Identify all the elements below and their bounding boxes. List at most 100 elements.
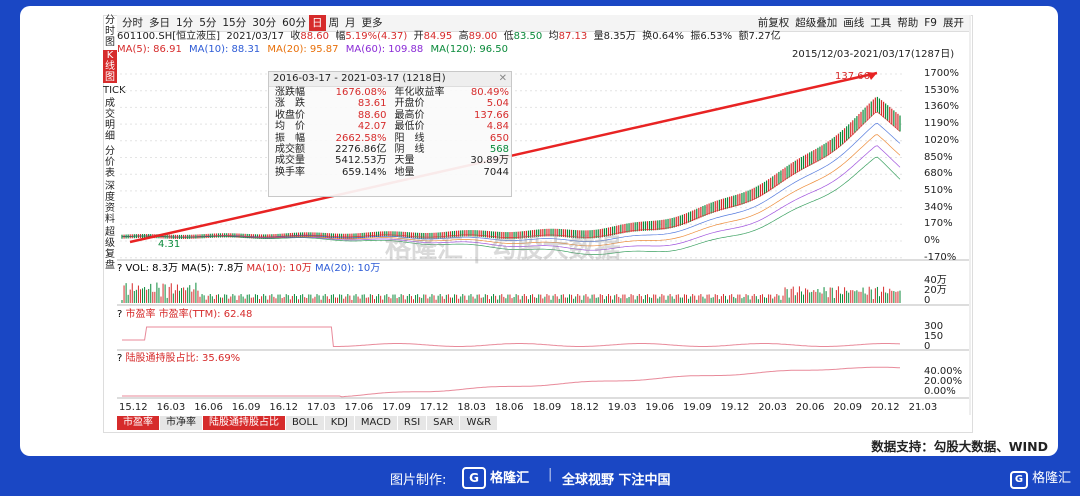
time-axis-tick: 17.06: [344, 402, 374, 413]
stat-label: 地量: [394, 166, 415, 178]
stat-value: 568: [489, 144, 509, 156]
stats-row: 换手率 659.14% 地量 7044: [273, 167, 511, 178]
stat-label: 涨 跌: [275, 98, 305, 110]
stat-value: 88.60: [357, 109, 387, 121]
price-axis-tick: 1700%: [924, 68, 959, 79]
indicator-tab[interactable]: 市盈率: [117, 416, 159, 430]
indicator-tab[interactable]: KDJ: [324, 416, 354, 430]
time-axis-tick: 18.09: [532, 402, 562, 413]
vol-ma20-label: MA(20): 10万: [315, 263, 381, 274]
price-axis-tick: 1360%: [924, 101, 959, 113]
price-axis-tick: -170%: [924, 251, 957, 263]
brand-name: 格隆汇: [490, 471, 530, 486]
stat-value: 42.07: [357, 121, 387, 133]
price-axis-tick: 0%: [924, 235, 940, 246]
corner-logo: G 格隆汇: [1010, 467, 1071, 489]
stat-label: 均 价: [275, 121, 305, 133]
price-axis-tick: 340%: [924, 201, 953, 213]
stats-row: 成交额 2276.86亿阴 线 568: [273, 144, 511, 155]
popup-end-date[interactable]: 2021-03-17: [341, 73, 399, 84]
sub-axis-tick: 0: [924, 295, 931, 306]
stat-label: 涨跌幅: [275, 87, 305, 98]
stat-label: 最低价: [394, 121, 425, 133]
time-axis-tick: 20.12: [871, 402, 900, 413]
indicator-tab[interactable]: MACD: [354, 416, 397, 430]
time-axis: 15.12 16.03 16.06 16.09 16.12 17.03 17.06 17.09…: [117, 402, 937, 414]
stat-value: 7044: [483, 166, 509, 178]
sub-axis-tick: 0: [924, 341, 931, 352]
stat-value: 650: [489, 132, 509, 144]
time-axis-tick: 16.06: [194, 402, 223, 413]
footer-bar: 图片制作: G 格隆汇 | 全球视野 下注中国 G 格隆汇: [0, 458, 1080, 496]
popup-days: (1218日): [402, 73, 446, 84]
time-axis-tick: 20.03: [758, 402, 787, 413]
sub-axis-tick: 0.00%: [924, 386, 956, 397]
indicator-tab[interactable]: BOLL: [286, 416, 324, 430]
time-axis-tick: 19.12: [720, 402, 750, 413]
indicator-tab[interactable]: SAR: [427, 416, 460, 430]
time-axis-tick: 19.09: [683, 402, 712, 413]
brand-logo-icon: G: [462, 467, 486, 489]
indicator-tab[interactable]: 市净率: [160, 416, 202, 430]
pe-line: [122, 326, 901, 347]
time-axis-tick: 20.06: [795, 402, 825, 413]
time-axis-tick: 18.06: [495, 402, 524, 413]
time-axis-tick: 18.03: [457, 402, 487, 413]
time-axis-tick: 16.12: [269, 402, 299, 413]
time-axis-tick: 17.12: [419, 402, 449, 413]
price-axis-tick: 1190%: [924, 118, 959, 130]
stat-value: 80.49%: [470, 87, 509, 98]
stat-label: 年化收益率: [394, 87, 445, 98]
stat-label: 阴 线: [394, 144, 425, 156]
stat-label: 开盘价: [394, 98, 425, 110]
corner-brand: 格隆汇: [1032, 471, 1072, 486]
time-axis-tick: 15.12: [119, 402, 148, 413]
brand-logo: G 格隆汇: [462, 467, 529, 489]
price-axis-tick: 170%: [924, 218, 953, 230]
stat-value: 4.84: [486, 121, 509, 133]
indicator-tab[interactable]: W&R: [460, 416, 498, 430]
stat-label: 天量: [394, 155, 415, 167]
footer-slogan: 全球视野 下注中国: [562, 473, 671, 488]
watermark: 格隆汇 | 勾股大数据: [385, 234, 621, 264]
time-axis-tick: 17.03: [307, 402, 336, 413]
stat-value: 83.61: [357, 98, 387, 110]
stat-value: 2276.86亿: [335, 144, 387, 156]
close-icon[interactable]: ✕: [499, 72, 507, 86]
pe-indicator-name: 市盈率: [125, 309, 156, 320]
time-axis-tick: 19.06: [645, 402, 675, 413]
stat-value: 137.66: [474, 109, 509, 121]
hk-holding-line: [122, 366, 901, 398]
pe-value: 市盈率(TTM): 62.48: [158, 309, 253, 320]
indicator-tab[interactable]: 陆股通持股占比: [203, 416, 285, 430]
stat-label: 成交量: [275, 155, 305, 167]
help-icon[interactable]: ?: [117, 263, 122, 274]
stats-row: 振 幅 2662.58% 阳 线 650: [273, 133, 511, 144]
stats-row: 成交量 5412.53万 天量 30.89万: [273, 155, 511, 166]
high-annotation: 137.66: [835, 71, 870, 82]
help-icon[interactable]: ?: [117, 353, 122, 364]
stats-table: 涨跌幅 1676.08% 年化收益率 80.49% 涨 跌 83.61 开盘价 5.04 收盘价…: [273, 87, 511, 178]
stat-value: 5412.53万: [335, 155, 387, 167]
price-axis-tick: 1020%: [924, 134, 959, 146]
time-axis-tick: 17.09: [382, 402, 411, 413]
vol-label: VOL: 8.3万: [125, 263, 179, 274]
volume-legend: ? VOL: 8.3万 MA(5): 7.8万 MA(10): 10万 MA(2…: [117, 263, 380, 275]
stat-value: 1676.08%: [335, 87, 387, 98]
vol-ma10-label: MA(10): 10万: [246, 263, 312, 274]
interval-stats-popup[interactable]: 2016-03-17 - 2021-03-17 (1218日) ✕ 涨跌幅 167…: [268, 71, 512, 197]
stats-row: 收盘价 88.60 最高价 137.66: [273, 110, 511, 121]
stat-label: 成交额: [275, 144, 305, 156]
help-icon[interactable]: ?: [117, 309, 122, 320]
indicator-tab[interactable]: RSI: [397, 416, 427, 430]
stat-value: 2662.58%: [335, 132, 387, 144]
made-by-label: 图片制作:: [390, 473, 447, 488]
time-axis-tick: 16.09: [231, 402, 261, 413]
stat-value: 5.04: [486, 98, 509, 110]
popup-header: 2016-03-17 - 2021-03-17 (1218日) ✕: [269, 72, 511, 87]
indicator-tabs: 市盈率 市净率 陆股通持股占比 BOLL KDJ MACD RSI SAR W&R: [117, 416, 498, 430]
data-source-caption: 数据支持：勾股大数据、WIND: [871, 439, 1048, 454]
footer-divider: |: [548, 467, 553, 482]
popup-start-date[interactable]: 2016-03-17: [273, 73, 331, 84]
price-axis-tick: 510%: [924, 184, 953, 196]
